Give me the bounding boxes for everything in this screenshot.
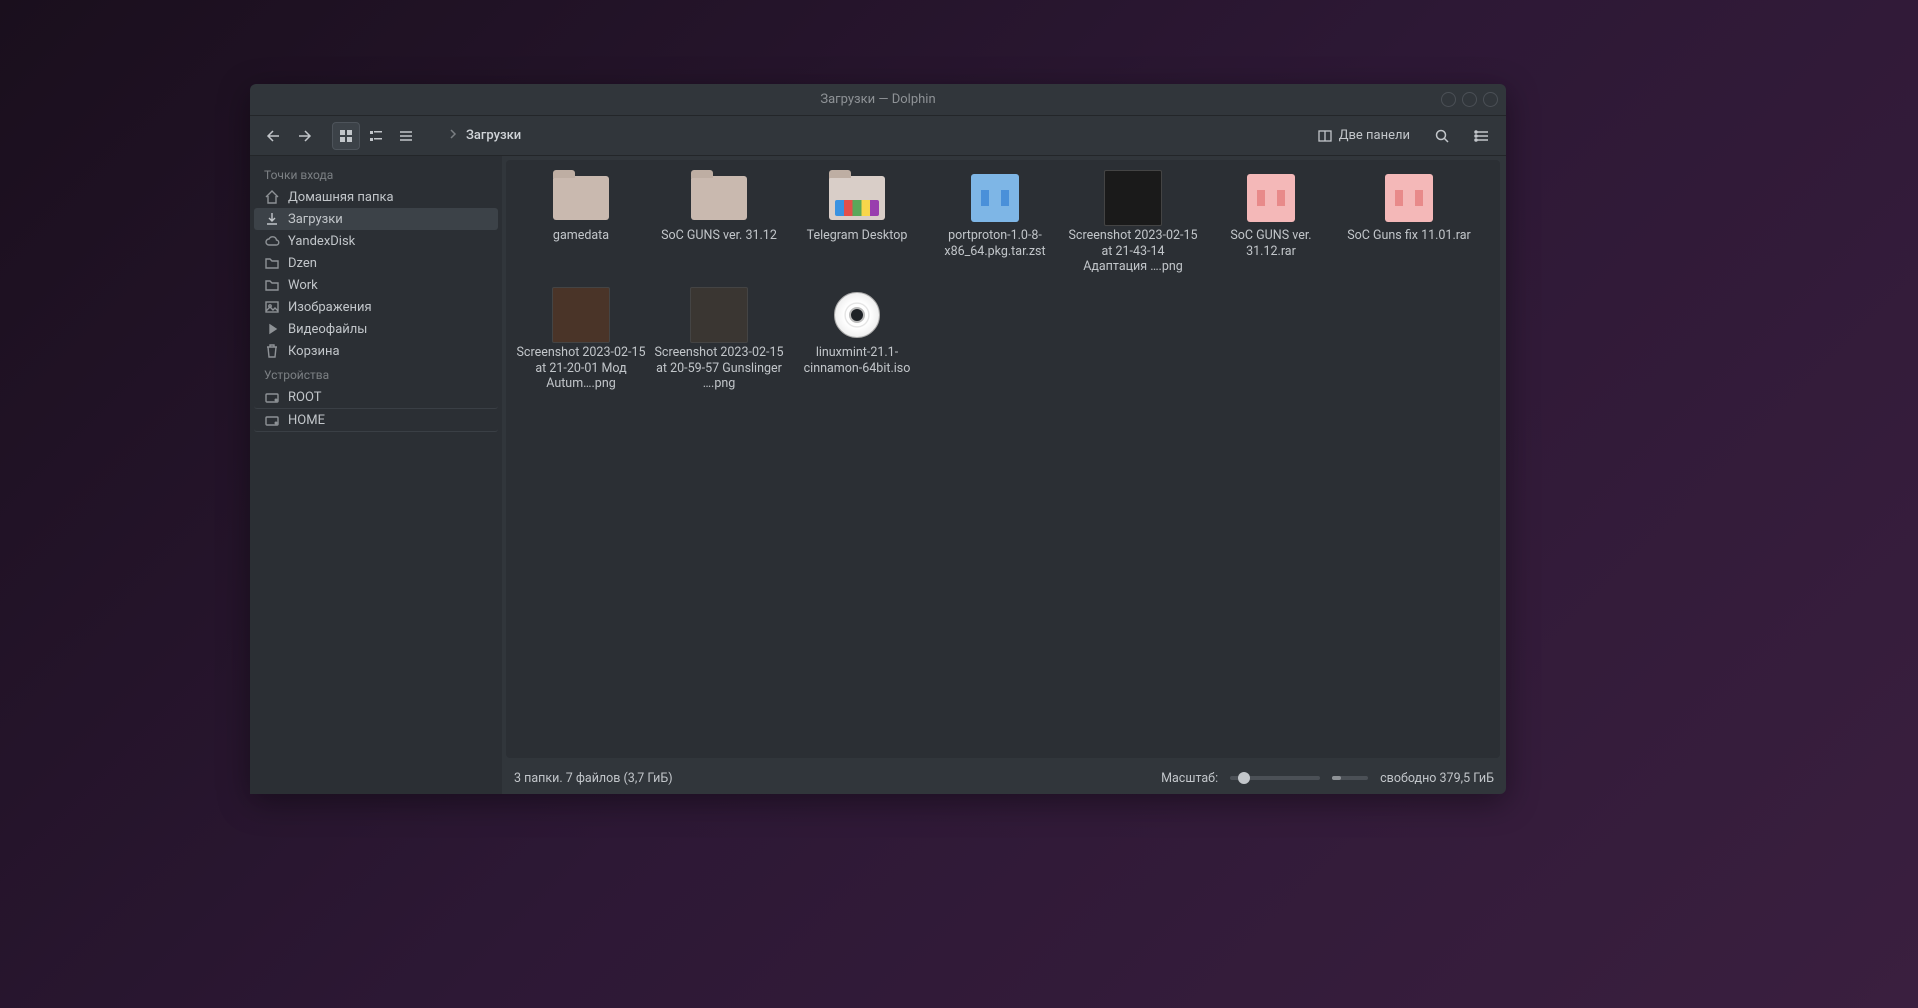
cloud-icon [264, 233, 280, 249]
place-label: Загрузки [288, 212, 343, 227]
drive-icon [264, 412, 280, 428]
dolphin-window: Загрузки — Dolphin [250, 84, 1506, 794]
compact-view-button[interactable] [362, 122, 390, 150]
split-view-button[interactable]: Две панели [1311, 122, 1416, 150]
place-item[interactable]: YandexDisk [254, 230, 498, 252]
drive-icon [264, 389, 280, 405]
file-icon [1104, 174, 1162, 222]
file-icon [690, 174, 748, 222]
file-icon [690, 291, 748, 339]
place-label: Work [288, 278, 318, 293]
disk-usage-bar [1332, 776, 1368, 780]
file-name: SoC Guns fix 11.01.rar [1347, 228, 1471, 244]
breadcrumb-current[interactable]: Загрузки [466, 128, 521, 143]
place-item[interactable]: Загрузки [254, 208, 498, 230]
compact-icon [368, 128, 384, 144]
status-summary: 3 папки. 7 файлов (3,7 ГиБ) [514, 771, 673, 786]
file-item[interactable]: Screenshot 2023-02-15 at 20-59-57 Gunsli… [650, 287, 788, 404]
image-icon [264, 299, 280, 315]
file-view[interactable]: gamedata SoC GUNS ver. 31.12 Telegram Desk… [506, 160, 1500, 758]
place-item[interactable]: Корзина [254, 340, 498, 362]
file-name: linuxmint-21.1-cinnamon-64bit.iso [792, 345, 922, 376]
place-label: Корзина [288, 344, 340, 359]
file-icon [828, 174, 886, 222]
file-icon [552, 291, 610, 339]
file-item[interactable]: portproton-1.0-8-x86_64.pkg.tar.zst [926, 170, 1064, 287]
minimize-button[interactable] [1441, 92, 1456, 107]
details-view-button[interactable] [392, 122, 420, 150]
window-controls [1441, 92, 1498, 107]
place-label: Изображения [288, 300, 372, 315]
place-label: YandexDisk [288, 234, 355, 249]
split-view-label: Две панели [1339, 128, 1410, 143]
back-button[interactable] [260, 122, 288, 150]
forward-button[interactable] [290, 122, 318, 150]
video-icon [264, 321, 280, 337]
folder-icon [264, 277, 280, 293]
file-name: gamedata [553, 228, 609, 244]
file-name: Telegram Desktop [807, 228, 908, 244]
hamburger-icon [1474, 128, 1490, 144]
file-name: Screenshot 2023-02-15 at 21-20-01 Мод Au… [516, 345, 646, 392]
chevron-right-icon [448, 128, 458, 143]
statusbar: 3 папки. 7 файлов (3,7 ГиБ) Масштаб: сво… [502, 762, 1506, 794]
place-item[interactable]: Домашняя папка [254, 186, 498, 208]
device-label: ROOT [288, 390, 321, 405]
file-item[interactable]: Screenshot 2023-02-15 at 21-20-01 Мод Au… [512, 287, 650, 404]
icon-view-button[interactable] [332, 122, 360, 150]
device-label: HOME [288, 413, 325, 428]
file-name: portproton-1.0-8-x86_64.pkg.tar.zst [930, 228, 1060, 259]
file-item[interactable]: linuxmint-21.1-cinnamon-64bit.iso [788, 287, 926, 404]
download-icon [264, 211, 280, 227]
device-item[interactable]: ROOT [254, 386, 498, 409]
file-item[interactable]: SoC GUNS ver. 31.12.rar [1202, 170, 1340, 287]
file-item[interactable]: SoC Guns fix 11.01.rar [1340, 170, 1478, 287]
file-icon [828, 291, 886, 339]
file-icon [1380, 174, 1438, 222]
home-icon [264, 189, 280, 205]
titlebar[interactable]: Загрузки — Dolphin [250, 84, 1506, 116]
maximize-button[interactable] [1462, 92, 1477, 107]
file-name: Screenshot 2023-02-15 at 21-43-14 Адапта… [1068, 228, 1198, 275]
file-name: SoC GUNS ver. 31.12 [661, 228, 777, 244]
file-item[interactable]: SoC GUNS ver. 31.12 [650, 170, 788, 287]
toolbar: Загрузки Две панели [250, 116, 1506, 156]
place-item[interactable]: Изображения [254, 296, 498, 318]
file-icon [552, 174, 610, 222]
list-icon [398, 128, 414, 144]
file-icon [1242, 174, 1300, 222]
forward-arrow-icon [296, 128, 312, 144]
device-item[interactable]: HOME [254, 409, 498, 432]
menu-button[interactable] [1468, 122, 1496, 150]
grid-icon [338, 128, 354, 144]
zoom-thumb[interactable] [1238, 772, 1250, 784]
free-space: свободно 379,5 ГиБ [1380, 771, 1494, 786]
search-icon [1434, 128, 1450, 144]
file-name: Screenshot 2023-02-15 at 20-59-57 Gunsli… [654, 345, 784, 392]
zoom-slider[interactable] [1230, 776, 1320, 780]
file-item[interactable]: Screenshot 2023-02-15 at 21-43-14 Адапта… [1064, 170, 1202, 287]
window-title: Загрузки — Dolphin [820, 92, 935, 107]
place-item[interactable]: Dzen [254, 252, 498, 274]
file-item[interactable]: Telegram Desktop [788, 170, 926, 287]
file-name: SoC GUNS ver. 31.12.rar [1206, 228, 1336, 259]
place-label: Домашняя папка [288, 190, 394, 205]
folder-icon [264, 255, 280, 271]
zoom-label: Масштаб: [1161, 771, 1218, 786]
devices-header: Устройства [254, 362, 498, 386]
search-button[interactable] [1428, 122, 1456, 150]
place-label: Видеофайлы [288, 322, 367, 337]
file-icon [966, 174, 1024, 222]
close-button[interactable] [1483, 92, 1498, 107]
place-item[interactable]: Видеофайлы [254, 318, 498, 340]
breadcrumb[interactable]: Загрузки [448, 128, 1303, 143]
places-header: Точки входа [254, 162, 498, 186]
places-panel: Точки входа Домашняя папка Загрузки Yandex… [250, 156, 502, 794]
back-arrow-icon [266, 128, 282, 144]
split-icon [1317, 128, 1333, 144]
place-item[interactable]: Work [254, 274, 498, 296]
file-item[interactable]: gamedata [512, 170, 650, 287]
trash-icon [264, 343, 280, 359]
place-label: Dzen [288, 256, 317, 271]
